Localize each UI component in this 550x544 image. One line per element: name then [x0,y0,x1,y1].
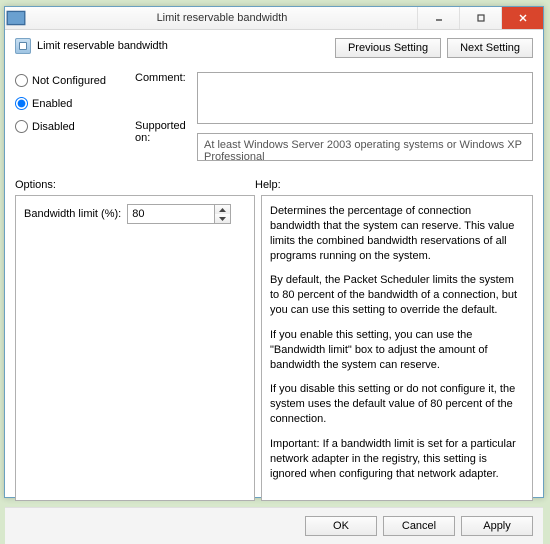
window-body: Limit reservable bandwidth Previous Sett… [5,30,543,507]
help-panel: Determines the percentage of connection … [261,195,533,501]
apply-button[interactable]: Apply [461,516,533,536]
radio-enabled-input[interactable] [15,97,28,110]
bandwidth-limit-spinner [127,204,231,224]
radio-not-configured-input[interactable] [15,74,28,87]
window-controls [417,7,543,29]
bandwidth-limit-input[interactable] [128,205,214,223]
cancel-button[interactable]: Cancel [383,516,455,536]
spinner-down-button[interactable] [215,214,230,223]
footer: OK Cancel Apply [5,507,543,544]
maximize-button[interactable] [459,7,501,29]
options-panel: Bandwidth limit (%): [15,195,255,501]
policy-heading: Limit reservable bandwidth [37,40,168,52]
panels: Bandwidth limit (%): [15,195,533,501]
radio-disabled[interactable]: Disabled [15,120,133,133]
bandwidth-limit-label: Bandwidth limit (%): [24,208,121,220]
radio-disabled-label: Disabled [32,121,75,133]
radio-disabled-input[interactable] [15,120,28,133]
ok-button[interactable]: OK [305,516,377,536]
titlebar: Limit reservable bandwidth [5,7,543,30]
comment-textarea[interactable] [197,72,533,124]
help-paragraph: By default, the Packet Scheduler limits … [270,273,524,318]
window-title: Limit reservable bandwidth [27,12,417,24]
next-setting-button[interactable]: Next Setting [447,38,533,58]
help-paragraph: Determines the percentage of connection … [270,204,524,263]
spinner-up-button[interactable] [215,205,230,214]
radio-not-configured-label: Not Configured [32,75,106,87]
help-label: Help: [255,179,281,191]
help-paragraph: If you enable this setting, you can use … [270,328,524,373]
radio-enabled-label: Enabled [32,98,72,110]
config-grid: Not Configured Enabled Disabled Comment:… [15,72,533,161]
supported-label: Supported on: [135,120,195,144]
minimize-button[interactable] [417,7,459,29]
state-radios: Not Configured Enabled Disabled [15,72,133,133]
app-icon [5,7,27,29]
supported-on-box: At least Windows Server 2003 operating s… [197,133,533,161]
help-paragraph: Important: If a bandwidth limit is set f… [270,437,524,482]
policy-icon [15,38,31,54]
radio-not-configured[interactable]: Not Configured [15,74,133,87]
help-paragraph: If you disable this setting or do not co… [270,382,524,427]
options-label: Options: [15,179,255,191]
policy-editor-window: Limit reservable bandwidth Limit reserva… [4,6,544,498]
close-button[interactable] [501,7,543,29]
heading-row: Limit reservable bandwidth Previous Sett… [15,38,533,58]
comment-label: Comment: [135,72,195,84]
previous-setting-button[interactable]: Previous Setting [335,38,441,58]
radio-enabled[interactable]: Enabled [15,97,133,110]
